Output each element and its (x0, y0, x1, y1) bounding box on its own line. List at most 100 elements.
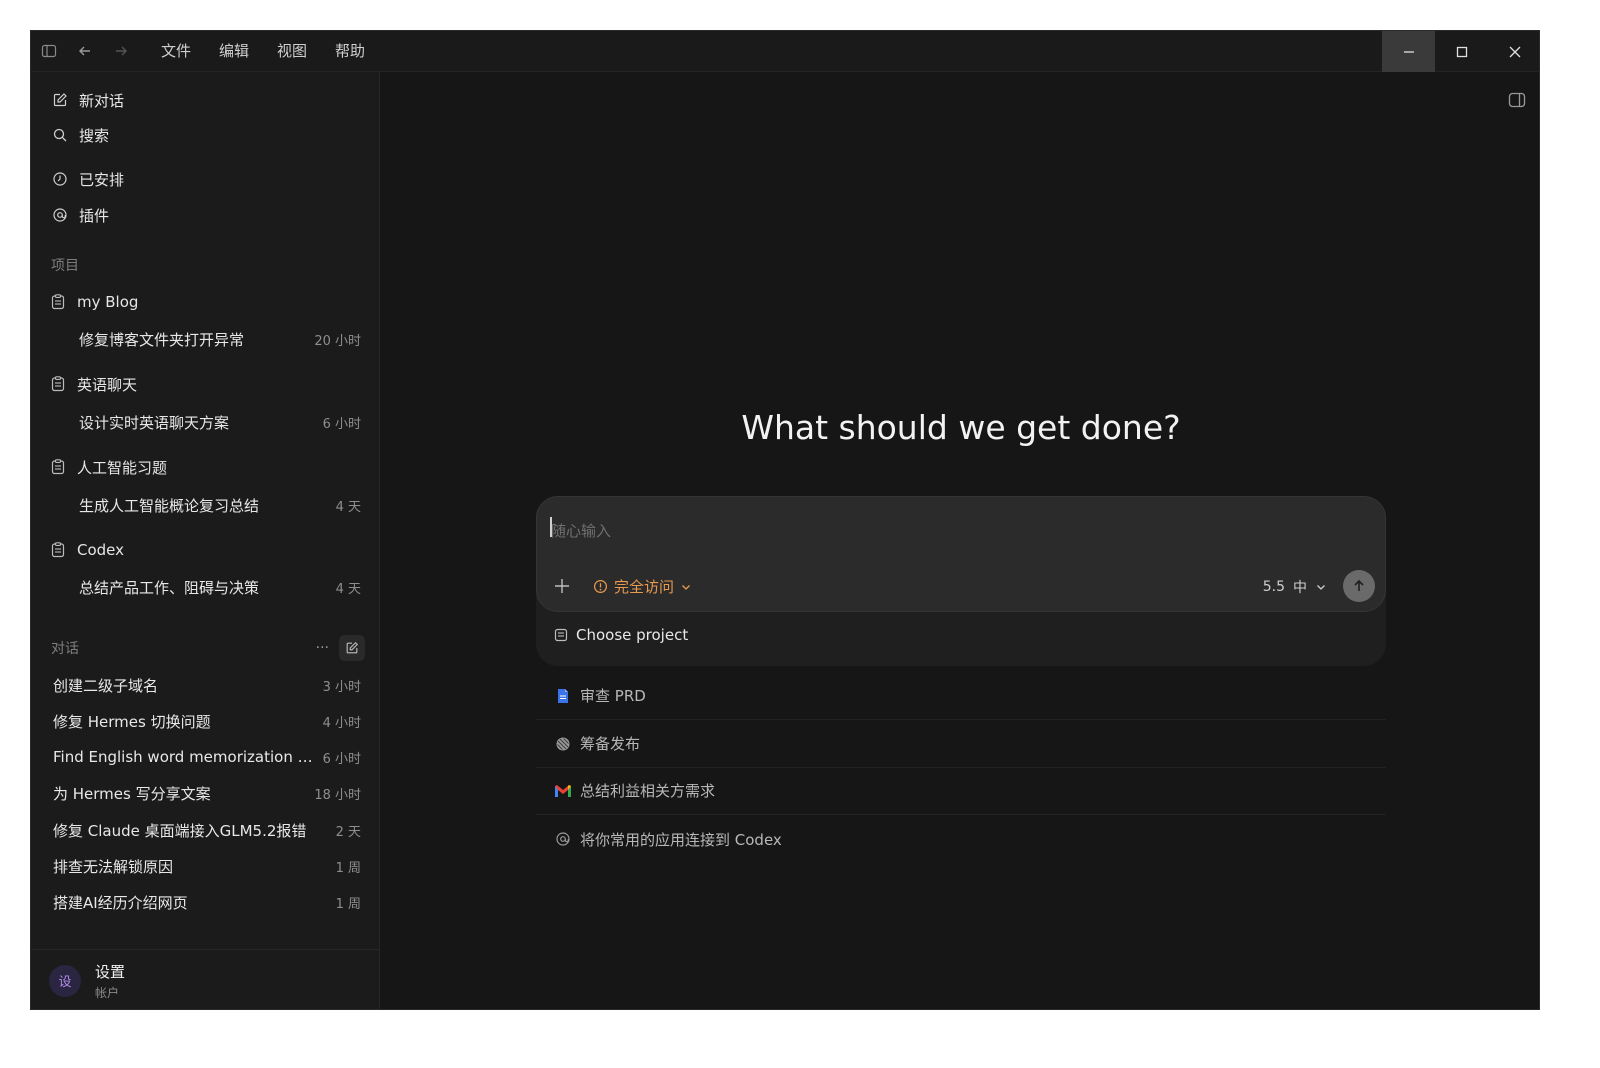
conversation-item[interactable]: 为 Hermes 写分享文案 18 小时 (53, 780, 361, 806)
project-english-chat[interactable]: 英语聊天 (51, 371, 137, 397)
sidebar: 新对话 搜索 已安排 插件 项目 my Blog 修复博客文件夹打开异常 20 … (31, 72, 380, 1009)
conversation-time: 18 小时 (314, 787, 361, 803)
app-window: 文件 编辑 视图 帮助 新对话 搜索 已安排 插件 项目 my Blog 修复博… (30, 30, 1540, 1010)
suggestion-connect-apps[interactable]: 将你常用的应用连接到 Codex (536, 815, 1386, 863)
conversation-title: 创建二级子域名 (53, 676, 159, 695)
thread-time: 4 天 (335, 499, 361, 515)
conversation-item[interactable]: 搭建AI经历介绍网页 1 周 (53, 889, 361, 915)
project-codex[interactable]: Codex (51, 537, 124, 563)
plugins-label: 插件 (79, 206, 110, 225)
close-button[interactable] (1488, 31, 1539, 72)
new-conversation-button[interactable] (339, 635, 365, 661)
plugins-button[interactable]: 插件 (51, 201, 109, 229)
chevron-down-icon (680, 581, 692, 593)
menu-file[interactable]: 文件 (147, 31, 205, 72)
project-icon (51, 294, 67, 310)
forward-arrow-icon[interactable] (103, 31, 139, 72)
at-icon (554, 830, 572, 848)
conversation-title: 排查无法解锁原因 (53, 857, 174, 876)
search-label: 搜索 (79, 126, 110, 145)
project-name: my Blog (77, 293, 139, 311)
conversation-title: 搭建AI经历介绍网页 (53, 893, 188, 912)
composer-container: 完全访问 5.5 中 (536, 496, 1386, 666)
sidebar-toggle-icon[interactable] (31, 31, 67, 72)
suggestion-label: 审查 PRD (580, 687, 646, 705)
project-name: 英语聊天 (77, 375, 138, 394)
new-chat-button[interactable]: 新对话 (51, 86, 124, 114)
panel-toggle-icon[interactable] (1507, 90, 1527, 110)
projects-section-label: 项目 (51, 258, 79, 274)
window-controls (1382, 31, 1539, 72)
main-panel: What should we get done? 完全访问 (381, 72, 1539, 1009)
conversation-item[interactable]: 修复 Hermes 切换问题 4 小时 (53, 708, 361, 734)
conversation-item[interactable]: 创建二级子域名 3 小时 (53, 672, 361, 698)
menu-view[interactable]: 视图 (263, 31, 321, 72)
conversation-title: 修复 Claude 桌面端接入GLM5.2报错 (53, 821, 307, 840)
send-button[interactable] (1343, 570, 1375, 602)
thread-time: 20 小时 (314, 333, 361, 349)
model-selector[interactable]: 5.5 中 (1263, 577, 1327, 597)
suggestion-review-prd[interactable]: 审查 PRD (536, 672, 1386, 720)
minimize-button[interactable] (1382, 31, 1435, 72)
access-mode-label: 完全访问 (614, 578, 675, 596)
project-icon (51, 459, 67, 475)
thread-item[interactable]: 生成人工智能概论复习总结 4 天 (79, 492, 361, 518)
new-chat-label: 新对话 (79, 91, 125, 110)
avatar: 设 (49, 964, 81, 997)
clock-icon (51, 170, 69, 188)
thread-item[interactable]: 修复博客文件夹打开异常 20 小时 (79, 326, 361, 352)
thread-title: 修复博客文件夹打开异常 (79, 330, 245, 349)
project-icon (51, 542, 67, 558)
gmail-icon (554, 782, 572, 800)
suggestion-label: 将你常用的应用连接到 Codex (580, 830, 782, 849)
access-mode-dropdown[interactable]: 完全访问 (593, 576, 692, 597)
thread-time: 6 小时 (322, 416, 361, 432)
warning-icon (593, 579, 608, 594)
conversation-item[interactable]: 修复 Claude 桌面端接入GLM5.2报错 2 天 (53, 817, 361, 843)
project-my-blog[interactable]: my Blog (51, 289, 138, 315)
account-label: 帐户 (95, 985, 120, 1000)
add-attachment-button[interactable] (551, 575, 573, 597)
search-button[interactable]: 搜索 (51, 121, 109, 149)
thread-item[interactable]: 设计实时英语聊天方案 6 小时 (79, 409, 361, 435)
maximize-button[interactable] (1435, 31, 1488, 72)
settings-label: 设置 (95, 962, 126, 981)
choose-project-label: Choose project (576, 626, 689, 644)
thread-time: 4 天 (335, 581, 361, 597)
doc-icon (554, 687, 572, 705)
project-icon (51, 376, 67, 392)
conversation-item[interactable]: 排查无法解锁原因 1 周 (53, 853, 361, 879)
scheduled-button[interactable]: 已安排 (51, 165, 124, 193)
back-arrow-icon[interactable] (67, 31, 103, 72)
project-ai-exercises[interactable]: 人工智能习题 (51, 454, 167, 480)
model-version: 5.5 (1262, 579, 1285, 595)
menu-edit[interactable]: 编辑 (205, 31, 263, 72)
thread-title: 生成人工智能概论复习总结 (79, 496, 260, 515)
thread-title: 总结产品工作、阻碍与决策 (79, 578, 260, 597)
suggestion-prepare-release[interactable]: 筹备发布 (536, 720, 1386, 768)
composer: 完全访问 5.5 中 (536, 496, 1386, 612)
chevron-down-icon (1315, 581, 1327, 593)
search-icon (51, 126, 69, 144)
conversation-time: 1 周 (335, 896, 361, 912)
suggestion-label: 总结利益相关方需求 (580, 782, 716, 800)
scheduled-label: 已安排 (79, 170, 125, 189)
choose-project-button[interactable]: Choose project (554, 626, 688, 644)
suggestion-summarize-stakeholders[interactable]: 总结利益相关方需求 (536, 767, 1386, 815)
settings-account-button[interactable]: 设 设置 帐户 (31, 949, 380, 1009)
rocket-icon (554, 735, 572, 753)
conversations-section-label: 对话 (51, 641, 79, 657)
project-name: Codex (77, 541, 125, 559)
conversation-item[interactable]: Find English word memorization t... 6 小时 (53, 744, 361, 770)
menu-help[interactable]: 帮助 (321, 31, 379, 72)
conversations-actions: ··· (316, 635, 365, 661)
thread-item[interactable]: 总结产品工作、阻碍与决策 4 天 (79, 574, 361, 600)
conversation-time: 4 小时 (322, 715, 361, 731)
title-bar: 文件 编辑 视图 帮助 (31, 31, 1539, 72)
conversation-time: 1 周 (335, 860, 361, 876)
prompt-input[interactable] (551, 519, 1251, 543)
more-options-icon[interactable]: ··· (316, 640, 329, 656)
project-icon (554, 628, 568, 642)
suggestion-label: 筹备发布 (580, 735, 641, 753)
page-title: What should we get done? (741, 408, 1181, 447)
